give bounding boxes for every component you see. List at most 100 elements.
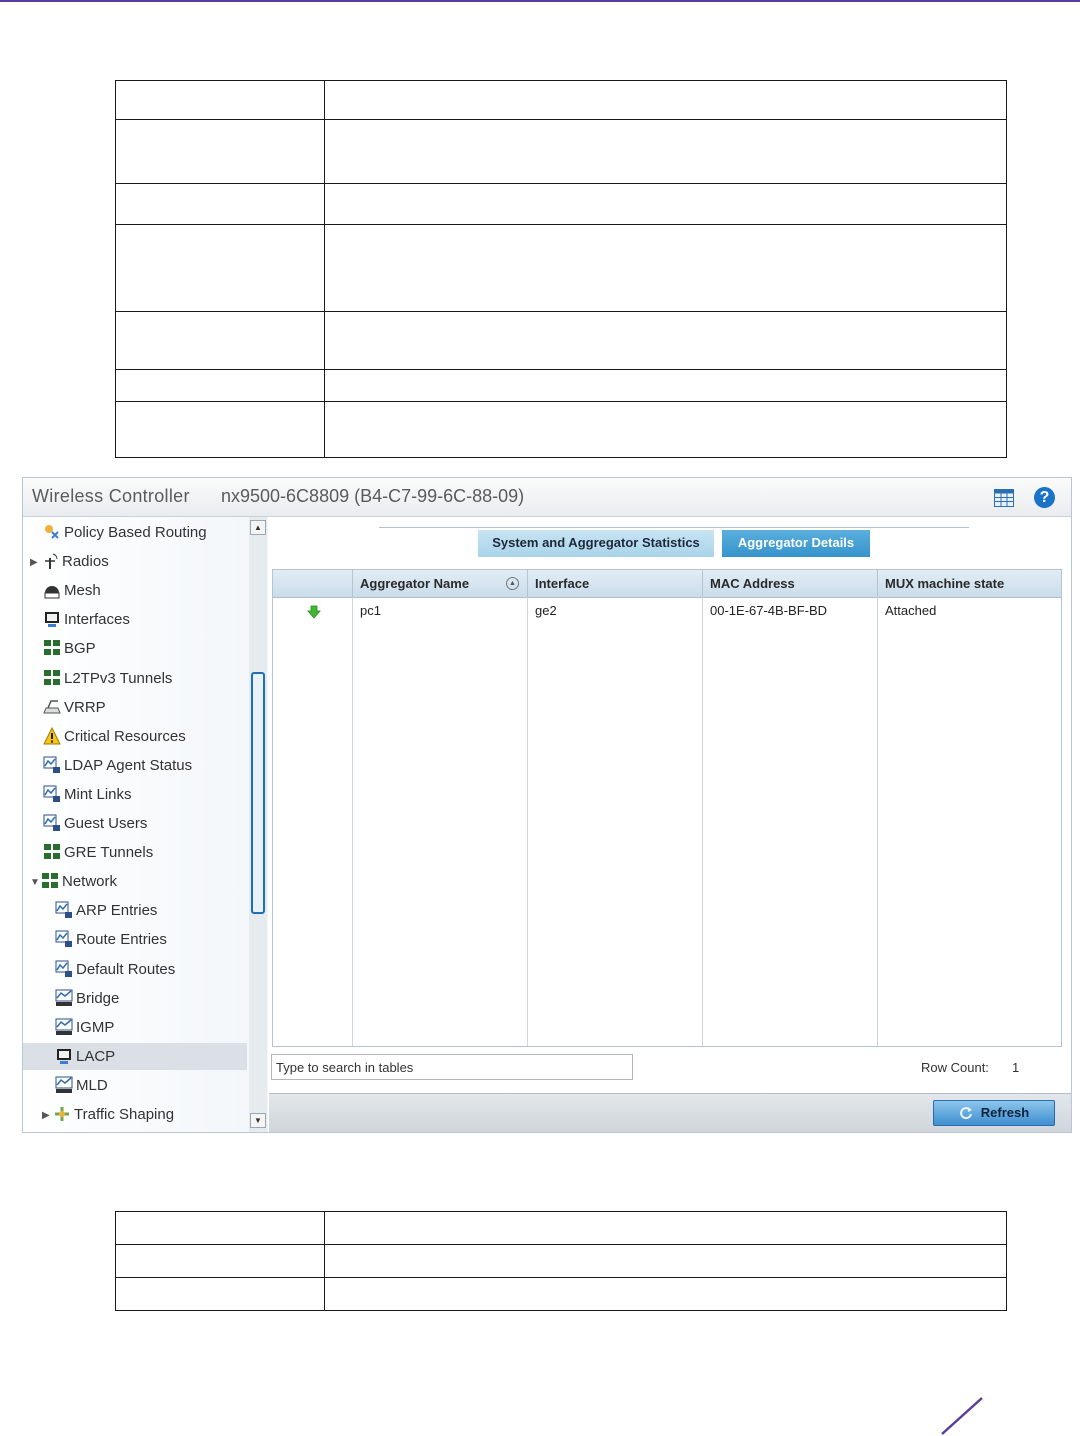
aggregator-table: Aggregator Name ▲ Interface MAC Address … [272, 569, 1062, 1047]
doc-cell [115, 224, 325, 312]
nav-item-label: Critical Resources [64, 727, 186, 745]
column-header-mac-address[interactable]: MAC Address [703, 570, 878, 597]
collapse-arrow-icon[interactable]: ▼ [30, 869, 41, 896]
row-count-label: Row Count: [921, 1060, 989, 1075]
nav-item-bridge[interactable]: Bridge [55, 985, 119, 1012]
nav-item-label: VRRP [64, 698, 106, 716]
nav-item-label: Default Routes [76, 960, 176, 978]
bridge-icon [55, 1076, 73, 1094]
nav-item-policy-based-routing[interactable]: Policy Based Routing [43, 519, 207, 546]
nav-item-bgp[interactable]: BGP [43, 635, 96, 662]
nav-item-network[interactable]: ▼ Network [30, 868, 117, 895]
sort-ascending-icon[interactable]: ▲ [506, 577, 519, 590]
doc-cell [324, 119, 1007, 184]
tab-aggregator-details[interactable]: Aggregator Details [722, 530, 870, 557]
doc-cell [324, 1277, 1007, 1311]
cell-aggregator-name[interactable]: pc1 [353, 603, 381, 618]
doc-cell [115, 1211, 325, 1245]
doc-cell [115, 1277, 325, 1311]
refresh-button[interactable]: Refresh [933, 1100, 1055, 1126]
expand-arrow-icon[interactable]: ▶ [42, 1102, 53, 1129]
column-divider [352, 597, 353, 1046]
traffic-shaping-icon [53, 1105, 71, 1123]
network-grid-icon [43, 669, 61, 687]
column-header-label: Aggregator Name [360, 576, 470, 591]
help-icon[interactable]: ? [1034, 487, 1055, 508]
ip-chart-icon [55, 930, 73, 948]
nav-item-interfaces[interactable]: Interfaces [43, 606, 130, 633]
nav-item-label: Route Entries [76, 931, 167, 949]
cell-mux-state[interactable]: Attached [878, 603, 936, 618]
column-header-mux-state[interactable]: MUX machine state [878, 570, 1061, 597]
doc-table-bottom [115, 1211, 1007, 1311]
doc-cell [115, 1244, 325, 1278]
nav-item-default-routes[interactable]: Default Routes [55, 956, 175, 983]
nav-item-mesh[interactable]: Mesh [43, 577, 101, 604]
network-grid-icon [41, 872, 59, 890]
nav-item-radios[interactable]: ▶ Radios [30, 548, 109, 575]
ip-chart-icon [43, 785, 61, 803]
table-search-input[interactable] [271, 1054, 633, 1080]
doc-cell [115, 369, 325, 402]
doc-cell [115, 183, 325, 225]
nav-item-label: GRE Tunnels [64, 844, 154, 862]
nav-item-mint-links[interactable]: Mint Links [43, 781, 132, 808]
navigation-tree: Policy Based Routing ▶ Radios Mesh Interface… [23, 517, 268, 1132]
row-count-value: 1 [1012, 1060, 1020, 1075]
nav-item-vrrp[interactable]: VRRP [43, 694, 106, 721]
doc-cell [324, 369, 1007, 402]
nav-item-arp-entries[interactable]: ARP Entries [55, 897, 157, 924]
nav-item-route-entries[interactable]: Route Entries [55, 926, 167, 953]
doc-cell [324, 311, 1007, 370]
column-divider [877, 597, 878, 1046]
cell-mac-address[interactable]: 00-1E-67-4B-BF-BD [703, 603, 827, 618]
nav-item-label: Radios [62, 553, 109, 571]
column-divider [702, 597, 703, 1046]
doc-cell [115, 311, 325, 370]
network-grid-icon [43, 639, 61, 657]
expand-arrow-icon[interactable]: ▶ [30, 549, 41, 576]
warning-icon [43, 726, 61, 745]
tab-system-aggregator-statistics[interactable]: System and Aggregator Statistics [478, 530, 714, 557]
router-icon [43, 698, 61, 716]
nav-item-label: BGP [64, 640, 96, 658]
nav-item-label: IGMP [76, 1018, 115, 1036]
network-grid-icon [43, 843, 61, 861]
nav-item-label: Mesh [64, 582, 101, 600]
nav-item-label: ARP Entries [76, 902, 158, 920]
nav-scrollbar[interactable]: ▲ ▼ [249, 517, 267, 1132]
nav-item-traffic-shaping[interactable]: ▶ Traffic Shaping [42, 1101, 174, 1128]
nav-item-label: Traffic Shaping [74, 1106, 175, 1123]
column-header-aggregator-name[interactable]: Aggregator Name ▲ [353, 570, 528, 597]
nav-item-mld[interactable]: MLD [55, 1072, 108, 1099]
page-header-rule [0, 0, 1080, 2]
refresh-label: Refresh [980, 1105, 1030, 1120]
tab-divider [379, 527, 969, 528]
doc-cell [115, 80, 325, 120]
nav-item-label: Bridge [76, 989, 120, 1007]
column-divider [527, 597, 528, 1046]
nav-item-l2tpv3-tunnels[interactable]: L2TPv3 Tunnels [43, 665, 172, 692]
doc-cell [324, 183, 1007, 225]
nav-item-igmp[interactable]: IGMP [55, 1014, 114, 1041]
nav-item-critical-resources[interactable]: Critical Resources [43, 723, 186, 750]
scrollbar-thumb[interactable] [251, 672, 265, 914]
ip-chart-icon [55, 901, 73, 919]
nav-item-lacp[interactable]: LACP [23, 1042, 247, 1070]
scroll-down-icon[interactable]: ▼ [250, 1113, 266, 1128]
doc-cell [115, 119, 325, 184]
nav-item-gre-tunnels[interactable]: GRE Tunnels [43, 839, 153, 866]
scroll-up-icon[interactable]: ▲ [250, 520, 266, 535]
nav-item-ldap-agent-status[interactable]: LDAP Agent Status [43, 752, 192, 779]
wireless-controller-window: Wireless Controller nx9500-6C8809 (B4-C7… [22, 477, 1072, 1133]
nav-item-guest-users[interactable]: Guest Users [43, 810, 147, 837]
ip-chart-icon [55, 960, 73, 978]
monitor-icon [55, 1047, 73, 1065]
action-bar: Refresh [269, 1093, 1071, 1132]
cell-interface[interactable]: ge2 [528, 603, 557, 618]
nav-item-label: Policy Based Routing [64, 524, 207, 541]
table-header: Aggregator Name ▲ Interface MAC Address … [273, 570, 1061, 598]
nav-item-label: MLD [76, 1076, 108, 1094]
table-view-icon[interactable] [994, 489, 1014, 507]
column-header-interface[interactable]: Interface [528, 570, 703, 597]
